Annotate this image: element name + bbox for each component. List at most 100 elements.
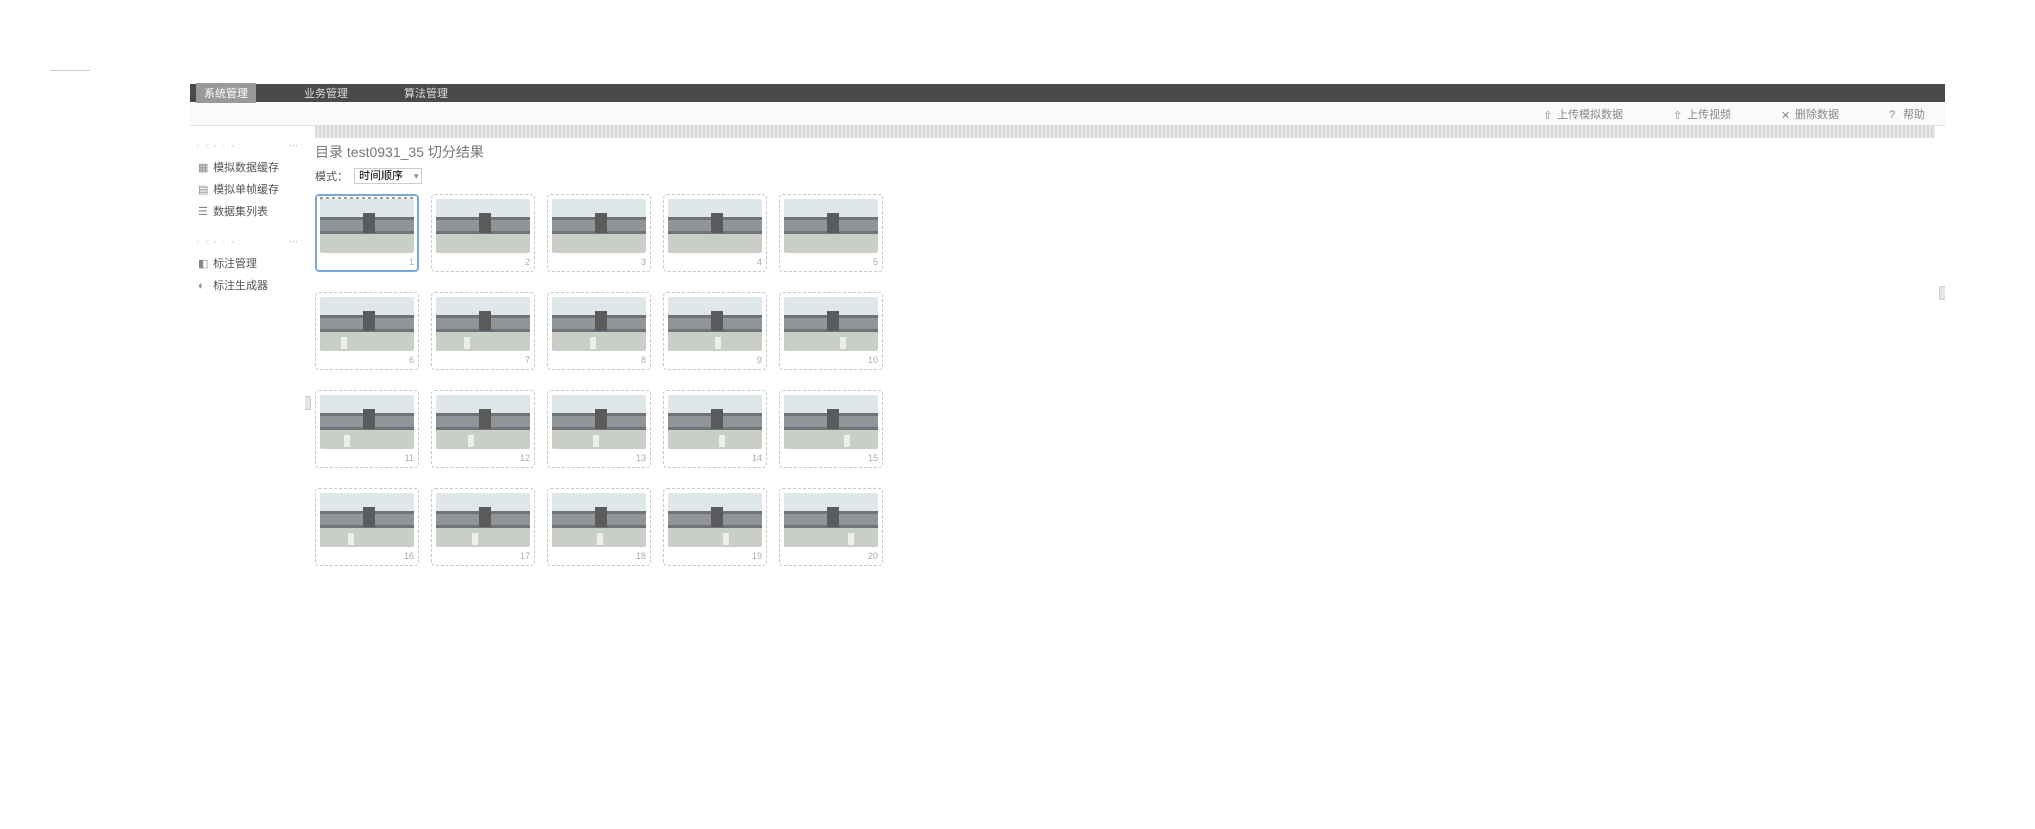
thumbnail[interactable]: 10 — [779, 292, 883, 370]
thumbnail-caption: 5 — [784, 253, 878, 269]
sidebar-item-annotations[interactable]: ◧ 标注管理 — [196, 252, 299, 274]
upload-icon: ⇧ — [1543, 109, 1553, 119]
sidebar-item-annotator[interactable]: ◐ 标注生成器 — [196, 274, 299, 296]
thumbnail[interactable]: 7 — [431, 292, 535, 370]
chevron-down-icon: ⋯ — [289, 140, 299, 151]
action-label: 帮助 — [1903, 106, 1925, 122]
panel-collapse-right[interactable] — [1939, 286, 1945, 300]
page-title: 目录 test0931_35 切分结果 — [315, 142, 1935, 162]
thumbnail-row: 11 12 13 14 15 — [315, 390, 1935, 468]
sidebar-item-label: 标注生成器 — [213, 280, 268, 292]
list-icon: ☰ — [198, 205, 208, 218]
sidebar-group-1[interactable]: · · · · · ⋯ — [196, 140, 299, 152]
thumbnail[interactable]: 16 — [315, 488, 419, 566]
action-help[interactable]: ? 帮助 — [1889, 106, 1925, 122]
thumbnail[interactable]: 17 — [431, 488, 535, 566]
thumbnail-image — [436, 395, 530, 449]
thumbnail-image — [784, 395, 878, 449]
thumbnail[interactable]: 11 — [315, 390, 419, 468]
thumbnail-caption: 4 — [668, 253, 762, 269]
primary-nav: 系统管理 业务管理 算法管理 — [190, 84, 1945, 102]
thumbnail-image — [668, 493, 762, 547]
thumbnail-row: 16 17 18 19 20 — [315, 488, 1935, 566]
divider-strip — [315, 126, 1935, 138]
nav-tab-business[interactable]: 业务管理 — [296, 83, 356, 103]
thumbnail[interactable]: 15 — [779, 390, 883, 468]
gear-icon: ◐ — [198, 280, 208, 292]
panel-collapse-left[interactable] — [305, 396, 311, 410]
thumbnail-caption: 7 — [436, 351, 530, 367]
thumbnail[interactable]: 18 — [547, 488, 651, 566]
content-panel: 目录 test0931_35 切分结果 模式： 时间顺序 ▾ 123456789… — [305, 126, 1945, 829]
thumbnail[interactable]: 1 — [315, 194, 419, 272]
sidebar-item-label: 模拟单帧缓存 — [213, 184, 279, 196]
thumbnail[interactable]: 12 — [431, 390, 535, 468]
thumbnail-caption: 20 — [784, 547, 878, 563]
thumbnail-caption: 11 — [320, 449, 414, 465]
thumbnail-image — [320, 493, 414, 547]
thumbnail-image — [552, 297, 646, 351]
action-label: 上传视频 — [1687, 106, 1731, 122]
grid-icon: ▦ — [198, 161, 208, 174]
sidebar-item-simcache[interactable]: ▦ 模拟数据缓存 — [196, 156, 299, 178]
thumbnail[interactable]: 8 — [547, 292, 651, 370]
main-area: · · · · · ⋯ ▦ 模拟数据缓存 ▤ 模拟单帧缓存 ☰ 数据集列表 · … — [190, 126, 1945, 829]
thumbnail-image — [552, 493, 646, 547]
thumbnail[interactable]: 6 — [315, 292, 419, 370]
thumbnail-image — [668, 297, 762, 351]
action-label: 删除数据 — [1795, 106, 1839, 122]
help-icon: ? — [1889, 109, 1899, 119]
action-delete[interactable]: ✕ 删除数据 — [1781, 106, 1839, 122]
sidebar-item-label: 标注管理 — [213, 258, 257, 270]
nav-tab-system[interactable]: 系统管理 — [196, 83, 256, 103]
tag-icon: ◧ — [198, 257, 208, 270]
action-upload-sim[interactable]: ⇧ 上传模拟数据 — [1543, 106, 1623, 122]
thumbnail-image — [784, 297, 878, 351]
thumbnail-image — [320, 297, 414, 351]
thumbnail-caption: 19 — [668, 547, 762, 563]
nav-tab-algo[interactable]: 算法管理 — [396, 83, 456, 103]
thumbnail[interactable]: 14 — [663, 390, 767, 468]
thumbnail[interactable]: 20 — [779, 488, 883, 566]
mode-select[interactable]: 时间顺序 — [354, 168, 422, 184]
thumbnail-caption: 14 — [668, 449, 762, 465]
thumbnail-image — [552, 395, 646, 449]
thumbnail-caption: 13 — [552, 449, 646, 465]
sidebar-item-framecache[interactable]: ▤ 模拟单帧缓存 — [196, 178, 299, 200]
thumbnail[interactable]: 19 — [663, 488, 767, 566]
sidebar-group-2[interactable]: · · · · · ⋯ — [196, 236, 299, 248]
thumbnail[interactable]: 4 — [663, 194, 767, 272]
thumbnail-caption: 18 — [552, 547, 646, 563]
thumbnail-caption: 3 — [552, 253, 646, 269]
thumbnail-image — [436, 199, 530, 253]
filter-label: 模式： — [315, 168, 348, 184]
decorative-dash — [50, 70, 90, 71]
thumbnail-image — [436, 493, 530, 547]
thumbnail[interactable]: 5 — [779, 194, 883, 272]
thumbnail-image — [320, 199, 414, 253]
action-label: 上传模拟数据 — [1557, 106, 1623, 122]
film-icon: ▤ — [198, 183, 208, 196]
thumbnail-row: 1 2 3 4 5 — [315, 194, 1935, 272]
action-upload-video[interactable]: ⇧ 上传视频 — [1673, 106, 1731, 122]
thumbnail[interactable]: 9 — [663, 292, 767, 370]
thumbnail-grid: 1234567891011121314151617181920 — [315, 194, 1935, 566]
thumbnail-caption: 2 — [436, 253, 530, 269]
thumbnail-caption: 10 — [784, 351, 878, 367]
thumbnail-image — [784, 199, 878, 253]
thumbnail[interactable]: 3 — [547, 194, 651, 272]
sidebar-item-label: 数据集列表 — [213, 206, 268, 218]
sidebar: · · · · · ⋯ ▦ 模拟数据缓存 ▤ 模拟单帧缓存 ☰ 数据集列表 · … — [190, 126, 305, 829]
thumbnail-caption: 6 — [320, 351, 414, 367]
thumbnail-caption: 9 — [668, 351, 762, 367]
sidebar-group-label: · · · · · — [196, 140, 236, 152]
thumbnail-row: 6 7 8 9 10 — [315, 292, 1935, 370]
toolbar: ⇧ 上传模拟数据 ⇧ 上传视频 ✕ 删除数据 ? 帮助 — [190, 102, 1945, 126]
thumbnail[interactable]: 2 — [431, 194, 535, 272]
sidebar-item-datasets[interactable]: ☰ 数据集列表 — [196, 200, 299, 222]
thumbnail[interactable]: 13 — [547, 390, 651, 468]
thumbnail-caption: 17 — [436, 547, 530, 563]
thumbnail-image — [436, 297, 530, 351]
thumbnail-caption: 15 — [784, 449, 878, 465]
app-frame: 系统管理 业务管理 算法管理 ⇧ 上传模拟数据 ⇧ 上传视频 ✕ 删除数据 ? … — [190, 84, 1945, 829]
